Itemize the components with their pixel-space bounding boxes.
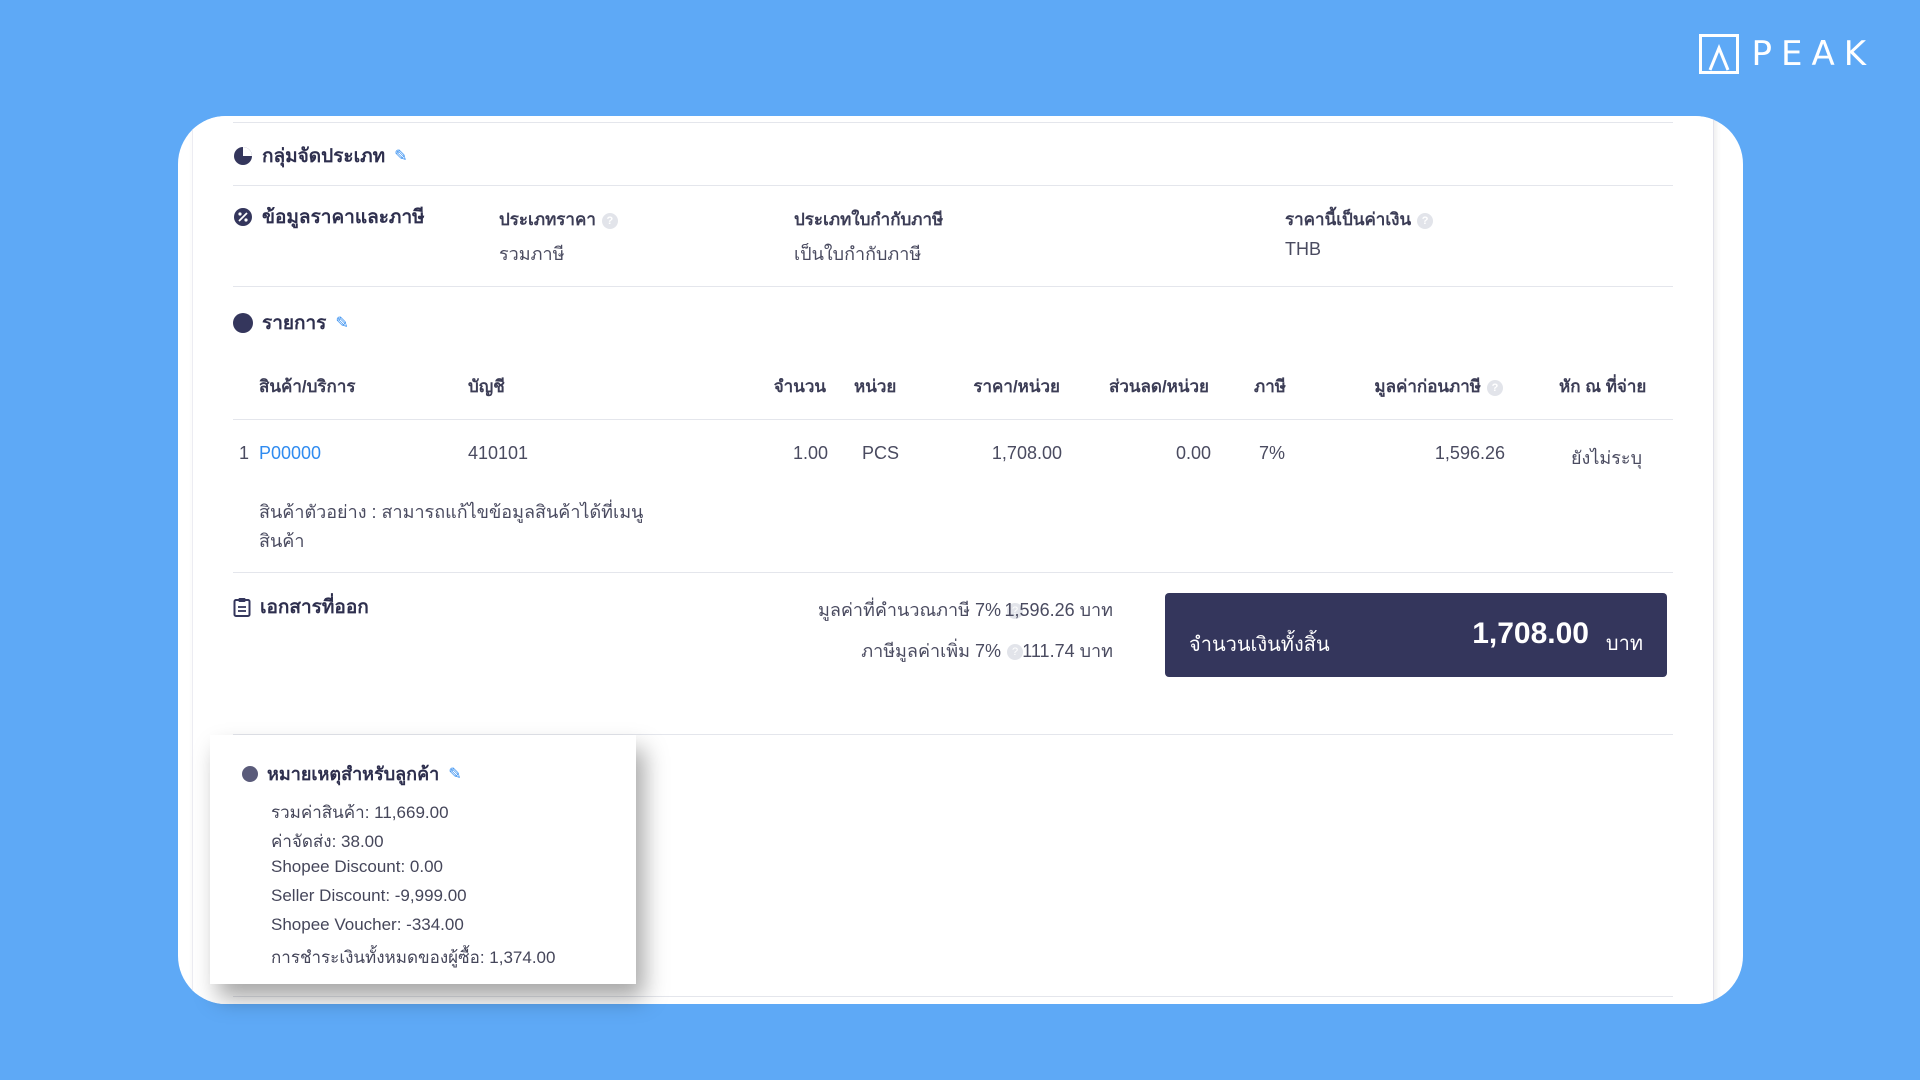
note-line: Seller Discount: -9,999.00 [271,886,467,905]
help-icon[interactable]: ? [1487,379,1503,396]
note-line: Shopee Discount: 0.00 [271,857,444,876]
divider [233,185,1673,186]
price-type-label: ประเภทราคา? [499,206,618,233]
currency-label: ราคานี้เป็นค่าเงิน? [1285,206,1434,233]
help-icon[interactable]: ? [1417,212,1434,229]
note-line: รวมค่าสินค้า: 11,669.00 [271,803,449,822]
items-section-title: รายการ ✎ [233,308,349,338]
customer-note-card: หมายเหตุสำหรับลูกค้า ✎ รวมค่าสินค้า: 11,… [210,735,636,984]
tax-invoice-value: เป็นใบกำกับภาษี [794,244,922,264]
pretax-value: 1,596.26 [1434,443,1505,463]
grand-total-box: จำนวนเงินทั้งสิ้น 1,708.00 บาท [1165,593,1667,677]
pie-chart-icon [234,147,252,165]
taxable-amount-value: 1,596.26 บาท [1004,600,1113,620]
grand-total-currency: บาท [1605,633,1643,655]
col-discount[interactable]: ส่วนลด/หน่วย [1043,373,1209,400]
qty-value: 1.00 [792,443,828,463]
tax-value: 7% [1259,443,1286,463]
row-number: 1 [239,443,250,463]
col-unit[interactable]: หน่วย [854,373,896,400]
grand-total-amount: 1,708.00 [1472,617,1589,650]
bullet-icon [242,765,258,782]
documents-section-title: เอกสารที่ออก [233,592,369,622]
price-value: 1,708.00 [991,443,1062,463]
pricing-title-text: ข้อมูลราคาและภาษี [262,207,425,228]
category-title-text: กลุ่มจัดประเภท [262,146,386,167]
item-description-cont: สินค้า [259,531,305,551]
col-pretax[interactable]: มูลค่าก่อนภาษี? [1323,373,1503,400]
tax-invoice-label: ประเภทใบกำกับภาษี [794,210,944,229]
items-title-text: รายการ [262,313,327,334]
divider [233,286,1673,287]
divider [233,996,1673,997]
peak-logo: PEAK [1699,34,1875,74]
col-price[interactable]: ราคา/หน่วย [893,373,1060,400]
col-withholding[interactable]: หัก ณ ที่จ่าย [1559,373,1646,400]
note-line: ค่าจัดส่ง: 38.00 [271,832,384,851]
col-account[interactable]: บัญชี [468,373,505,400]
item-description: สินค้าตัวอย่าง : สามารถแก้ไขข้อมูลสินค้า… [259,502,644,522]
customer-note-title-text: หมายเหตุสำหรับลูกค้า [267,764,440,784]
pencil-icon[interactable]: ✎ [448,764,461,784]
divider [233,572,1673,573]
pencil-icon[interactable]: ✎ [335,313,348,333]
account-code: 410101 [468,443,529,463]
percent-badge-icon [234,208,252,226]
pricing-section-title: ข้อมูลราคาและภาษี [233,202,425,232]
peak-logo-mark [1699,34,1740,74]
col-tax[interactable]: ภาษี [1254,373,1286,400]
divider [233,419,1673,420]
peak-logo-text: PEAK [1751,34,1875,74]
divider [233,122,1673,123]
customer-note-title: หมายเหตุสำหรับลูกค้า ✎ [242,759,462,788]
bullet-icon [233,313,253,333]
product-code-link[interactable]: P00000 [259,443,321,464]
category-section-title: กลุ่มจัดประเภท ✎ [233,141,408,171]
vat-value: 111.74 บาท [1022,641,1113,661]
note-line: Shopee Voucher: -334.00 [271,915,464,934]
help-icon[interactable]: ? [601,212,618,229]
discount-value: 0.00 [1175,443,1211,463]
withholding-value: ยังไม่ระบุ [1571,448,1643,468]
grand-total-label: จำนวนเงินทั้งสิ้น [1189,634,1330,656]
col-qty[interactable]: จำนวน [713,373,826,400]
price-type-value: รวมภาษี [499,244,565,264]
documents-title-text: เอกสารที่ออก [260,597,369,618]
currency-value: THB [1285,239,1321,259]
clipboard-icon [233,598,251,617]
col-product[interactable]: สินค้า/บริการ [259,373,356,400]
note-line: การชำระเงินทั้งหมดของผู้ซื้อ: 1,374.00 [271,948,556,967]
pencil-icon[interactable]: ✎ [394,146,407,166]
